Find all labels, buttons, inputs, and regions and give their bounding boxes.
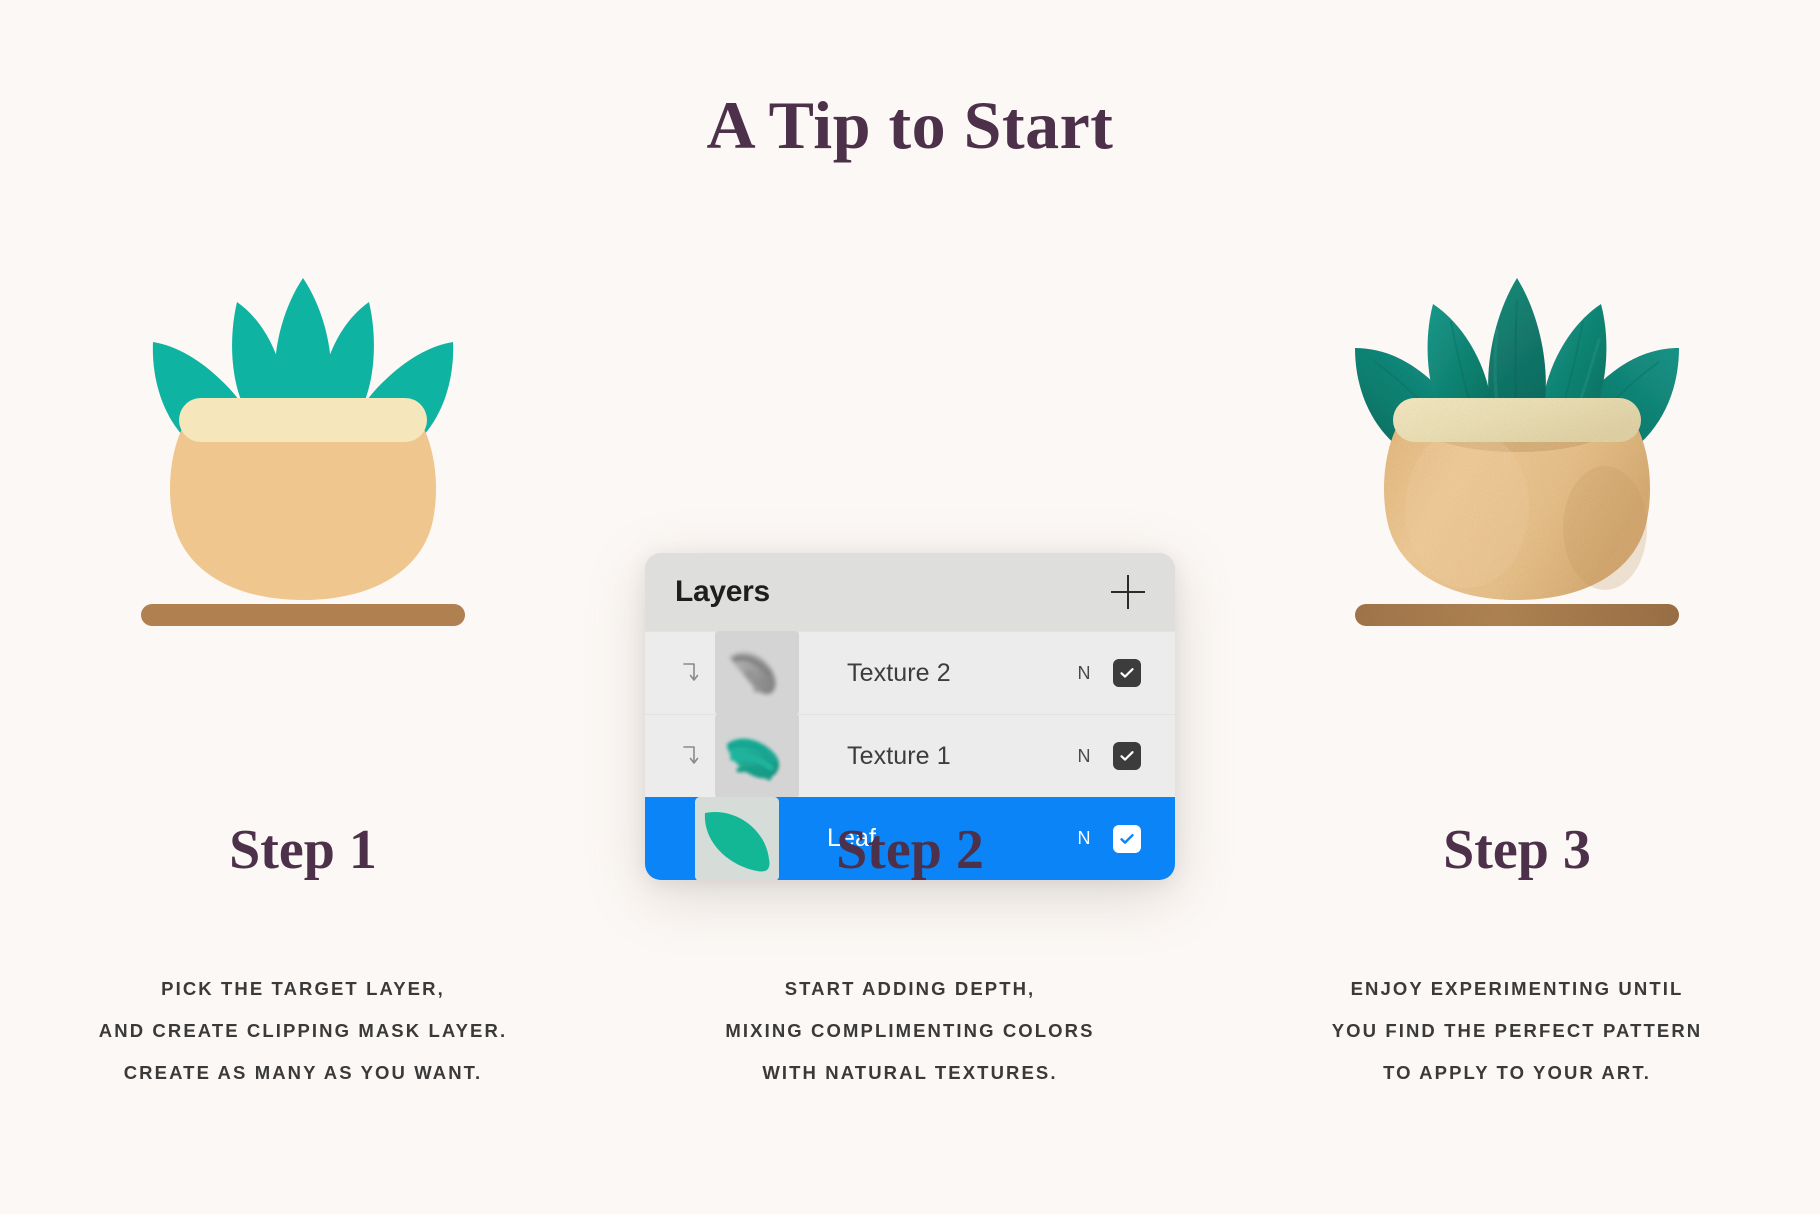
layer-row[interactable]: Texture 2 N <box>645 631 1175 715</box>
layer-visibility-checkbox[interactable] <box>1113 659 1141 687</box>
plus-icon[interactable] <box>1111 575 1145 609</box>
step-1-line-2: AND CREATE CLIPPING MASK LAYER. <box>98 1020 508 1041</box>
layer-blend-mode: N <box>1077 745 1091 766</box>
layer-visibility-checkbox[interactable] <box>1113 742 1141 770</box>
step-2-body: START ADDING DEPTH, MIXING COMPLIMENTING… <box>607 968 1213 1094</box>
steps-container: Step 1 PICK THE TARGET LAYER, AND CREATE… <box>0 0 1820 1214</box>
step-1-artwork <box>0 270 606 690</box>
shelf-flat <box>141 604 465 626</box>
step-1-heading: Step 1 <box>229 819 377 881</box>
layer-row[interactable]: Texture 1 N <box>645 714 1175 798</box>
step-column-1: Step 1 PICK THE TARGET LAYER, AND CREATE… <box>0 0 606 1214</box>
step-3-line-2: YOU FIND THE PERFECT PATTERN <box>1331 1020 1703 1041</box>
clipping-mask-icon <box>667 632 713 715</box>
step-3-artwork <box>1214 270 1820 690</box>
flat-potted-plant-illustration <box>133 270 473 670</box>
step-2-line-3: WITH NATURAL TEXTURES. <box>762 1062 1058 1083</box>
step-2-line-2: MIXING COMPLIMENTING COLORS <box>725 1020 1095 1041</box>
step-3-heading: Step 3 <box>1443 819 1591 881</box>
textured-potted-plant-illustration <box>1347 270 1687 670</box>
step-1-line-3: CREATE AS MANY AS YOU WANT. <box>123 1062 483 1083</box>
layers-panel-header: Layers <box>645 553 1175 631</box>
pot-flat <box>170 398 436 600</box>
layer-name: Texture 2 <box>847 658 951 687</box>
step-1-line-1: PICK THE TARGET LAYER, <box>161 978 445 999</box>
pot-textured <box>1384 398 1650 600</box>
step-1-body: PICK THE TARGET LAYER, AND CREATE CLIPPI… <box>0 968 606 1094</box>
step-3-line-3: TO APPLY TO YOUR ART. <box>1383 1062 1651 1083</box>
layer-thumbnail <box>715 631 799 715</box>
layer-blend-mode: N <box>1077 662 1091 683</box>
layer-name: Texture 1 <box>847 741 951 770</box>
step-3-body: ENJOY EXPERIMENTING UNTIL YOU FIND THE P… <box>1214 968 1820 1094</box>
step-column-2: Layers Texture 2 N Texture 1 N Leaf N St… <box>607 0 1213 1214</box>
shelf-textured <box>1355 604 1679 626</box>
layer-thumbnail <box>715 714 799 798</box>
step-3-line-1: ENJOY EXPERIMENTING UNTIL <box>1350 978 1684 999</box>
step-2-heading: Step 2 <box>836 819 984 881</box>
step-column-3: Step 3 ENJOY EXPERIMENTING UNTIL YOU FIN… <box>1214 0 1820 1214</box>
step-2-line-1: START ADDING DEPTH, <box>784 978 1036 999</box>
step-2-artwork: Layers Texture 2 N Texture 1 N Leaf N <box>607 270 1213 880</box>
layers-panel-title: Layers <box>675 575 770 608</box>
clipping-mask-icon <box>667 715 713 798</box>
